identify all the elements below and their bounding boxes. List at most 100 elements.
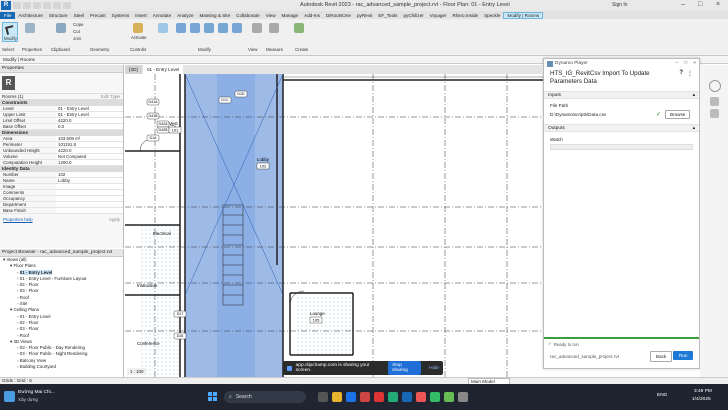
copy-icon[interactable] — [190, 23, 200, 33]
door-tag[interactable]: D42A — [156, 120, 170, 128]
tab-ef-tools[interactable]: EF_Tools — [375, 13, 400, 18]
property-value[interactable] — [56, 184, 123, 189]
dynamo-minimize-icon[interactable]: – — [676, 61, 679, 66]
tab-systems[interactable]: Systems — [109, 13, 133, 18]
door-tag[interactable]: D41B — [146, 112, 160, 120]
taskbar-search[interactable]: ⌕ Search — [224, 391, 306, 403]
join-label[interactable]: Join — [73, 36, 81, 41]
tab-analyze[interactable]: Analyze — [174, 13, 196, 18]
undo-icon[interactable] — [33, 2, 41, 9]
tab-speckle[interactable]: Speckle — [481, 13, 503, 18]
back-button[interactable]: Back — [650, 351, 673, 362]
room-tag[interactable]: Lobby 102 — [256, 157, 270, 170]
print-icon[interactable] — [53, 2, 61, 9]
view-cube-icon[interactable] — [709, 80, 721, 92]
property-value[interactable]: 102 — [56, 172, 123, 177]
dynamo-close-icon[interactable]: × — [693, 61, 696, 66]
mirror-icon[interactable] — [218, 23, 228, 33]
inputs-collapse-icon[interactable]: ▴ — [693, 92, 695, 100]
browse-button[interactable]: Browse — [665, 110, 691, 119]
property-value[interactable]: 1200.0 — [56, 160, 123, 165]
windows-start-icon[interactable] — [208, 392, 218, 402]
property-value[interactable] — [56, 202, 123, 207]
door-tag[interactable]: D42B — [156, 126, 170, 134]
property-value[interactable]: Lobby — [56, 178, 123, 183]
redo-icon[interactable] — [43, 2, 51, 9]
app-icon-10[interactable] — [458, 392, 468, 402]
revit-taskbar-icon[interactable] — [402, 392, 412, 402]
file-explorer-icon[interactable] — [332, 392, 342, 402]
door-tag[interactable]: D1A — [146, 134, 160, 142]
room-tag[interactable]: Electrical — [153, 231, 171, 236]
move-icon[interactable] — [176, 23, 186, 33]
inputs-section[interactable]: Inputs ▴ — [544, 91, 699, 99]
array-icon[interactable] — [232, 23, 242, 33]
tab-precast[interactable]: Precast — [87, 13, 109, 18]
apply-button[interactable]: Apply — [109, 217, 120, 222]
weather-title[interactable]: Đường Mai Chi... — [18, 390, 55, 395]
property-value[interactable] — [56, 196, 123, 201]
door-tag[interactable]: D41A — [146, 98, 160, 106]
door-tag[interactable]: D16 — [173, 332, 187, 340]
view-scale[interactable]: 1 : 100 — [127, 368, 147, 375]
language-indicator[interactable]: ENG — [657, 393, 667, 398]
property-value[interactable]: 4220.0 — [56, 148, 123, 153]
open-icon[interactable] — [13, 2, 21, 9]
tab-pychilizer[interactable]: pyChilizer — [400, 13, 426, 18]
zoom-icon[interactable] — [710, 109, 719, 118]
browser-icon[interactable] — [346, 392, 356, 402]
tab-entry-level[interactable]: 01 - Entry Level — [142, 65, 184, 74]
properties-icon[interactable] — [25, 23, 35, 33]
app-excel-icon[interactable] — [430, 392, 440, 402]
tab-modify-rooms[interactable]: Modify | Rooms — [503, 11, 544, 19]
task-view-icon[interactable] — [318, 392, 328, 402]
view-icon[interactable] — [252, 23, 262, 33]
room-tag[interactable]: Instruction — [137, 283, 158, 288]
property-value[interactable]: 0.0 — [56, 124, 123, 129]
drawing-canvas[interactable]: D41A D41B D42A D42B D1A D1C D1D D17 D16 Vest 101 L… — [125, 65, 543, 377]
create-group-icon[interactable] — [294, 23, 304, 33]
steering-wheel-icon[interactable] — [710, 97, 719, 106]
maximize-icon[interactable]: □ — [698, 1, 702, 8]
hide-button[interactable]: Hide — [429, 366, 439, 371]
dynamo-maximize-icon[interactable]: □ — [684, 61, 687, 66]
more-options-icon[interactable]: ⋮ — [687, 70, 693, 77]
tab-collaborate[interactable]: Collaborate — [233, 13, 263, 18]
file-path-value[interactable]: D:\DynamoScripts\Data.csv — [550, 112, 650, 117]
tab-view[interactable]: View — [263, 13, 279, 18]
stop-sharing-button[interactable]: Stop sharing — [388, 361, 422, 375]
room-tag[interactable]: Conference — [137, 341, 160, 346]
flip-icon[interactable] — [158, 23, 168, 33]
cope-label[interactable]: Cope — [73, 22, 84, 27]
minimize-icon[interactable]: – — [681, 1, 685, 8]
tab-insert[interactable]: Insert — [132, 13, 150, 18]
property-value[interactable]: 101191.8 — [56, 142, 123, 147]
tree-item[interactable]: ▫ Building Courtyard — [0, 364, 123, 370]
tab-structure[interactable]: Structure — [46, 13, 71, 18]
activate-label[interactable]: Activate — [131, 35, 147, 40]
tab-rhino-inside[interactable]: Rhino.Inside — [450, 13, 482, 18]
property-value[interactable] — [56, 208, 123, 213]
tab-massing-site[interactable]: Massing & Site — [197, 13, 234, 18]
cut-label[interactable]: Cut — [73, 29, 80, 34]
tab-architecture[interactable]: Architecture — [15, 13, 46, 18]
tab-voyager[interactable]: Voyager — [427, 13, 450, 18]
measure-icon[interactable] — [63, 2, 71, 9]
tab-3d-view[interactable]: {3D} — [125, 65, 142, 74]
tab-steel[interactable]: Steel — [71, 13, 87, 18]
property-value[interactable] — [56, 190, 123, 195]
property-value[interactable]: Not Computed — [56, 154, 123, 159]
app-green-icon[interactable] — [388, 392, 398, 402]
tab-dirootsone[interactable]: DiRootsOne — [323, 13, 354, 18]
property-value[interactable]: 01 - Entry Level — [56, 112, 123, 117]
outputs-collapse-icon[interactable]: ▴ — [693, 125, 695, 133]
property-value[interactable]: 4220.0 — [56, 118, 123, 123]
tab-manage[interactable]: Manage — [279, 13, 302, 18]
app-red-icon[interactable] — [360, 392, 370, 402]
door-tag[interactable]: D1D — [234, 90, 248, 98]
tab-pyrevit[interactable]: pyRevit — [354, 13, 375, 18]
outputs-section[interactable]: Outputs ▴ — [544, 124, 699, 132]
close-icon[interactable]: × — [716, 1, 720, 8]
revit-logo-icon[interactable]: R — [1, 1, 11, 10]
app-l-icon[interactable] — [374, 392, 384, 402]
